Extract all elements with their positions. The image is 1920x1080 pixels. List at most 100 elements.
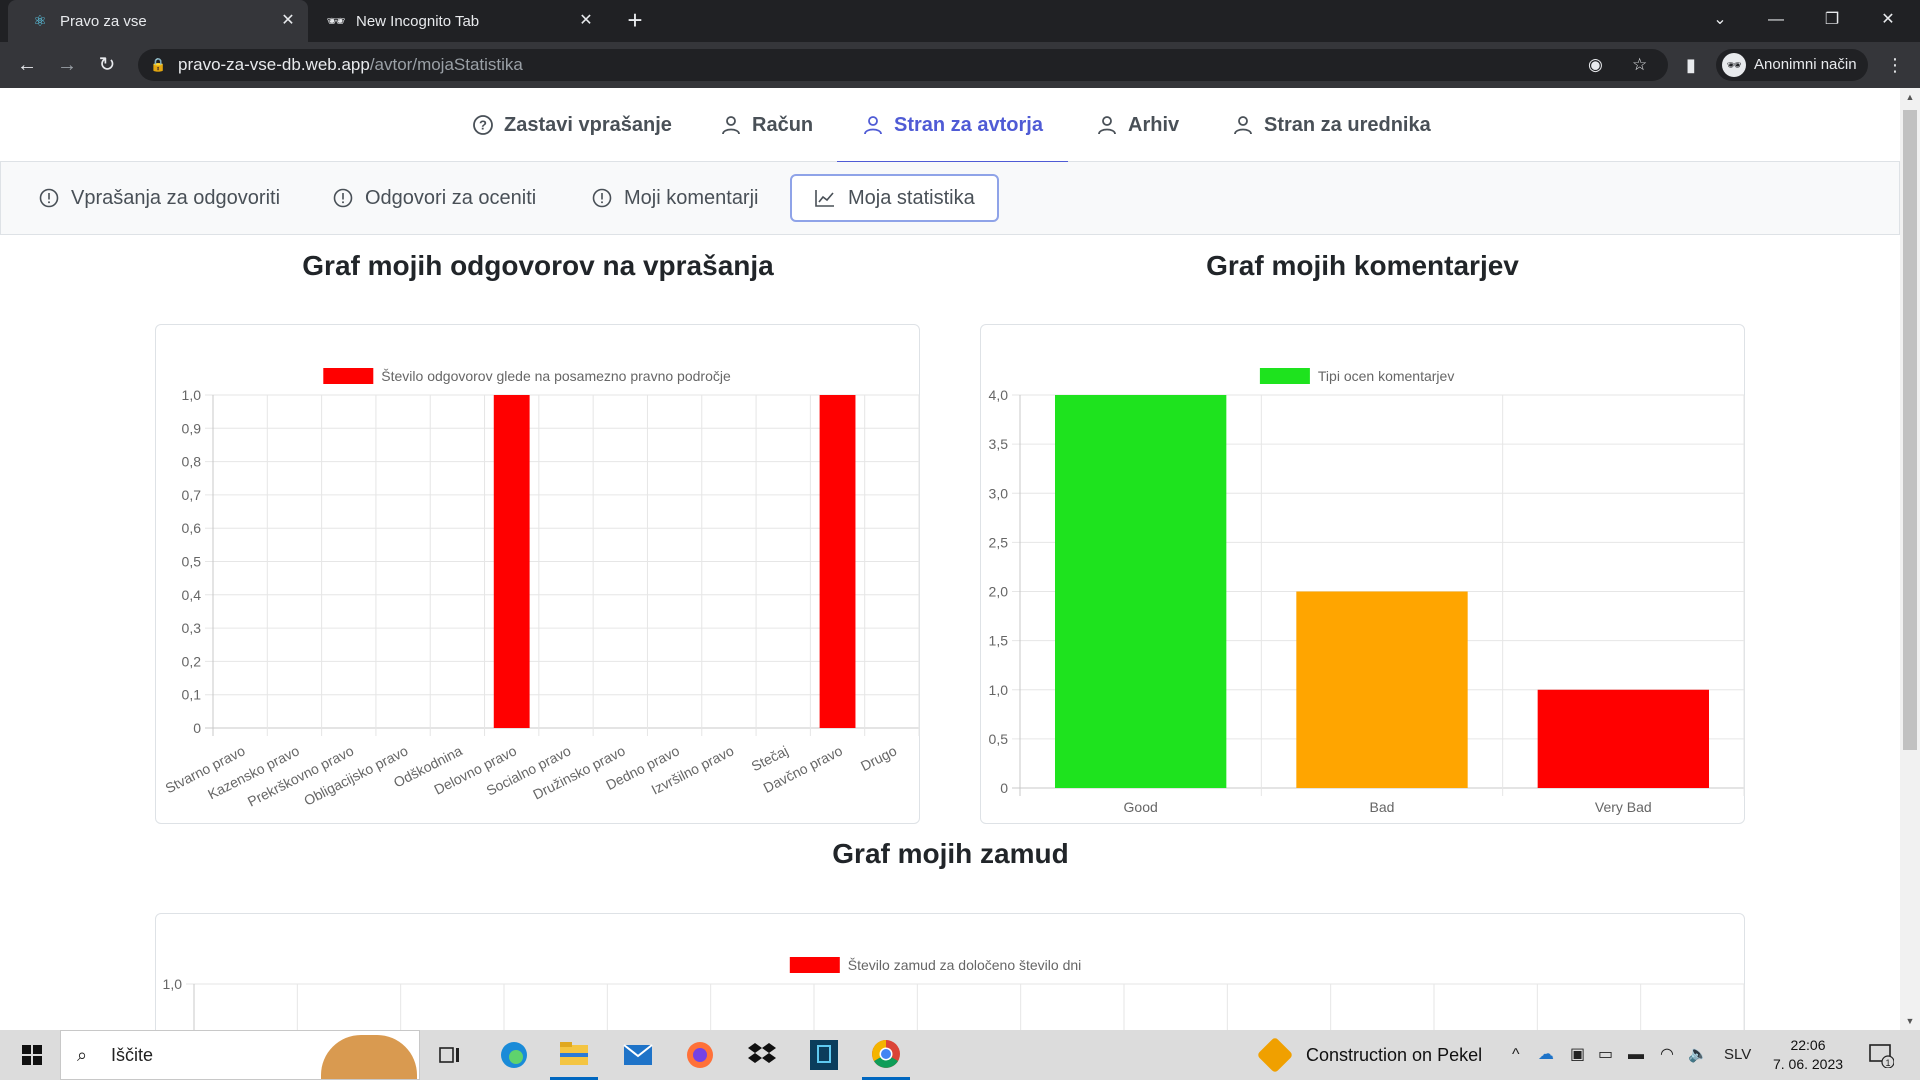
- taskbar-clock[interactable]: 22:06 7. 06. 2023: [1772, 1036, 1844, 1074]
- scrollbar-thumb[interactable]: [1903, 110, 1917, 750]
- y-tick-label: 2,0: [989, 584, 1009, 600]
- legend-label: Število odgovorov glede na posamezno pra…: [381, 368, 731, 384]
- y-tick-label: 1,0: [989, 682, 1009, 698]
- nav-arhiv[interactable]: Arhiv: [1096, 88, 1179, 162]
- y-tick-label: 0,8: [182, 454, 202, 470]
- answers-chart-card: Število odgovorov glede na posamezno pra…: [155, 324, 920, 824]
- chrome-icon[interactable]: [862, 1030, 910, 1080]
- nav-zastavi-vprasanje[interactable]: ? Zastavi vprašanje: [472, 88, 672, 162]
- bar: [493, 395, 530, 728]
- y-tick-label: 0,3: [182, 620, 202, 636]
- firefox-icon[interactable]: [676, 1030, 724, 1080]
- dropbox-icon[interactable]: [738, 1030, 786, 1080]
- taskbar-search[interactable]: ⌕ Iščite: [60, 1030, 420, 1080]
- lock-icon: 🔒: [150, 57, 167, 72]
- restore-button[interactable]: ❐: [1804, 0, 1860, 42]
- x-tick-label: Very Bad: [1595, 799, 1652, 815]
- legend-label: Tipi ocen komentarjev: [1318, 368, 1454, 384]
- task-view-icon[interactable]: [426, 1030, 474, 1080]
- y-tick-label: 1,5: [989, 633, 1009, 649]
- url-text: pravo-za-vse-db.web.app/avtor/mojaStatis…: [178, 55, 523, 74]
- volume-icon[interactable]: 🔈: [1688, 1030, 1708, 1080]
- delays-bar-chart: Število zamud za določeno število dni 1,0: [163, 957, 1745, 1030]
- close-tab-icon[interactable]: ✕: [278, 11, 298, 31]
- subnav-moja-statistika[interactable]: Moja statistika: [790, 174, 999, 222]
- nav-label: Zastavi vprašanje: [504, 113, 672, 136]
- mail-icon[interactable]: [614, 1030, 662, 1080]
- scroll-up-icon[interactable]: ▲: [1900, 88, 1920, 106]
- notification-center-icon[interactable]: 1: [1868, 1042, 1895, 1069]
- nav-stran-za-avtorja[interactable]: Stran za avtorja: [837, 88, 1068, 163]
- subnav-label: Moji komentarji: [624, 186, 759, 209]
- minimize-button[interactable]: —: [1748, 0, 1804, 42]
- meet-now-icon[interactable]: ▣: [1570, 1030, 1585, 1080]
- incognito-profile-button[interactable]: 🕶 Anonimni način: [1716, 49, 1868, 81]
- menu-icon[interactable]: ⋮: [1880, 50, 1910, 80]
- weather-widget[interactable]: Construction on Pekel: [1256, 1030, 1482, 1080]
- tab-pravo-za-vse[interactable]: ⚛ Pravo za vse ✕: [8, 0, 308, 42]
- scroll-down-icon[interactable]: ▼: [1900, 1012, 1920, 1030]
- x-tick-label: Good: [1124, 799, 1158, 815]
- search-highlight-image: [321, 1035, 417, 1079]
- answers-chart-title: Graf mojih odgovorov na vprašanja: [302, 250, 774, 281]
- react-icon: ⚛: [33, 13, 47, 30]
- info-circle-icon: [39, 188, 59, 208]
- nav-label: Arhiv: [1128, 113, 1180, 136]
- new-tab-button[interactable]: +: [622, 7, 648, 34]
- bookmark-app-icon[interactable]: [800, 1030, 848, 1080]
- y-tick-label: 2,5: [989, 534, 1009, 550]
- tracking-protection-icon[interactable]: ◉: [1588, 49, 1603, 81]
- x-tick-label: Drugo: [858, 742, 899, 774]
- delays-chart-title: Graf mojih zamud: [832, 838, 1069, 869]
- close-tab-icon[interactable]: ✕: [576, 11, 596, 31]
- bookmark-star-icon[interactable]: ☆: [1632, 49, 1647, 81]
- subnav-odgovori-za-oceniti[interactable]: Odgovori za oceniti: [333, 174, 536, 222]
- language-indicator[interactable]: SLV: [1724, 1030, 1751, 1080]
- edge-icon[interactable]: [490, 1030, 538, 1080]
- nav-label: Račun: [752, 113, 814, 136]
- y-tick-label: 0,6: [182, 520, 202, 536]
- y-tick-label: 1,0: [182, 387, 202, 403]
- subnav-moji-komentarji[interactable]: Moji komentarji: [592, 174, 758, 222]
- tab-search-icon[interactable]: ⌄: [1692, 0, 1748, 42]
- battery-icon[interactable]: ▬: [1628, 1030, 1644, 1080]
- user-icon: [862, 114, 884, 136]
- nav-label: Stran za urednika: [1264, 113, 1431, 136]
- tab-title: New Incognito Tab: [356, 12, 480, 30]
- nav-racun[interactable]: Račun: [720, 88, 813, 162]
- legend-swatch: [1259, 368, 1310, 384]
- wifi-icon[interactable]: ◠: [1660, 1030, 1674, 1080]
- side-panel-icon[interactable]: ▮: [1676, 50, 1706, 80]
- legend-swatch: [789, 957, 840, 973]
- page-scrollbar[interactable]: ▲ ▼: [1900, 88, 1920, 1030]
- author-subnavigation: Vprašanja za odgovoriti Odgovori za ocen…: [0, 162, 1900, 235]
- bar: [819, 395, 856, 728]
- notification-count: 1: [1885, 1058, 1890, 1068]
- back-icon[interactable]: ←: [12, 50, 42, 80]
- search-label: Iščite: [111, 1045, 154, 1065]
- address-bar[interactable]: 🔒 pravo-za-vse-db.web.app/avtor/mojaStat…: [138, 49, 1668, 81]
- close-window-button[interactable]: ✕: [1860, 0, 1916, 42]
- bar: [1054, 395, 1227, 788]
- file-explorer-icon[interactable]: [550, 1030, 598, 1080]
- forward-icon[interactable]: →: [52, 50, 82, 80]
- y-tick-label: 0,5: [182, 554, 202, 570]
- main-navigation: ? Zastavi vprašanje Račun Stran za avtor…: [0, 88, 1900, 163]
- search-icon: ⌕: [77, 1045, 88, 1065]
- subnav-vprasanja-za-odgovoriti[interactable]: Vprašanja za odgovoriti: [39, 174, 280, 222]
- tray-chevron-icon[interactable]: ^: [1512, 1030, 1520, 1080]
- tab-new-incognito[interactable]: 🕶 New Incognito Tab ✕: [316, 0, 606, 42]
- screen-icon[interactable]: ▭: [1598, 1030, 1613, 1080]
- user-icon: [1096, 114, 1118, 136]
- reload-icon[interactable]: ↻: [92, 50, 122, 80]
- nav-stran-za-urednika[interactable]: Stran za urednika: [1232, 88, 1431, 162]
- clock-time: 22:06: [1790, 1037, 1826, 1053]
- comments-chart-card: Tipi ocen komentarjev 0 0,5 1,0 1,5 2,0 2,5 3,0…: [980, 324, 1745, 824]
- construction-warning-icon: [1256, 1036, 1294, 1074]
- y-tick-label: 4,0: [989, 387, 1009, 403]
- incognito-icon: 🕶: [326, 13, 346, 30]
- onedrive-icon[interactable]: ☁: [1538, 1030, 1554, 1080]
- bar: [1537, 689, 1710, 788]
- windows-start-icon[interactable]: [8, 1030, 56, 1080]
- comments-chart-title: Graf mojih komentarjev: [1206, 250, 1519, 281]
